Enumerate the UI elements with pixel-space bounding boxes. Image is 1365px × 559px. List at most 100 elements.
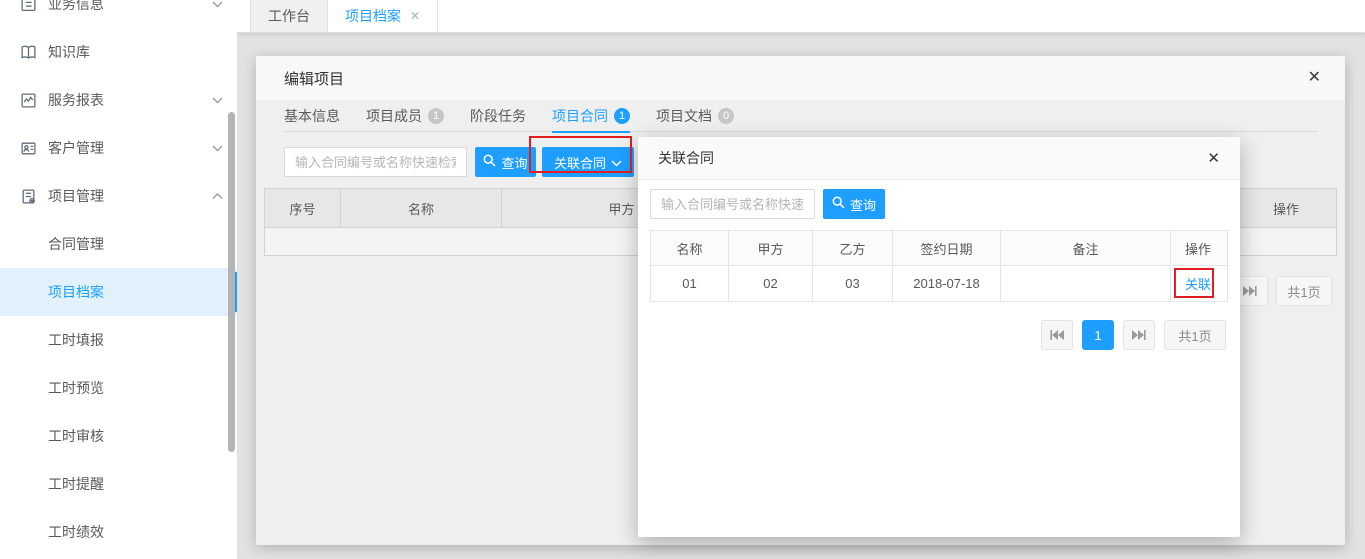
column-header-name: 名称 [651, 231, 729, 265]
chevron-up-icon [212, 193, 223, 200]
sidebar-item-project-archive[interactable]: 项目档案 [0, 268, 237, 316]
tab-project-contracts[interactable]: 项目合同 1 [552, 100, 630, 132]
service-report-icon [20, 92, 37, 109]
cell-remark [1001, 266, 1171, 301]
chevron-down-icon [212, 145, 223, 152]
column-header-action: 操作 [1236, 189, 1336, 227]
contract-search-input[interactable] [284, 147, 467, 177]
tab-label: 工作台 [268, 6, 310, 26]
overlay-modal-header: 关联合同 ✕ [638, 137, 1240, 180]
tab-project-members[interactable]: 项目成员 1 [366, 100, 444, 132]
search-icon [483, 154, 496, 170]
search-icon [832, 196, 845, 212]
column-header-index: 序号 [265, 189, 341, 227]
tab-stage-tasks[interactable]: 阶段任务 [470, 100, 526, 132]
page-total: 共1页 [1276, 276, 1332, 306]
tab-label: 项目文档 [656, 106, 712, 126]
tab-label: 阶段任务 [470, 106, 526, 126]
tab-workbench[interactable]: 工作台 [250, 0, 328, 32]
count-badge: 1 [614, 108, 630, 124]
column-header-party-a: 甲方 [729, 231, 813, 265]
column-header-name: 名称 [341, 189, 502, 227]
associate-link[interactable]: 关联 [1185, 274, 1211, 293]
sidebar-item-label: 项目管理 [48, 186, 212, 206]
sidebar-item-label: 工时预览 [48, 378, 223, 398]
edit-modal-tabs: 基本信息 项目成员 1 阶段任务 项目合同 1 项目文档 0 [284, 100, 1317, 132]
project-mgmt-icon [20, 188, 37, 205]
column-header-party-b: 乙方 [813, 231, 893, 265]
sidebar-item-customer-mgmt[interactable]: 客户管理 [0, 124, 237, 172]
sidebar-item-timesheet-performance[interactable]: 工时绩效 [0, 508, 237, 556]
sidebar-item-project-mgmt[interactable]: 项目管理 [0, 172, 237, 220]
knowledge-base-icon [20, 44, 37, 61]
last-page-button[interactable] [1123, 320, 1155, 350]
sidebar-item-timesheet-preview[interactable]: 工时预览 [0, 364, 237, 412]
query-button-label: 查询 [501, 153, 527, 172]
count-badge: 0 [718, 108, 734, 124]
sidebar-item-label: 项目档案 [48, 282, 223, 302]
associate-contract-button[interactable]: 关联合同 [542, 147, 634, 177]
edit-modal-header: 编辑项目 ✕ [256, 56, 1345, 100]
top-tabbar: 工作台 项目档案 ✕ [237, 0, 1365, 33]
overlay-query-button[interactable]: 查询 [823, 189, 885, 219]
cell-sign-date: 2018-07-18 [893, 266, 1001, 301]
sidebar-item-label: 服务报表 [48, 90, 212, 110]
query-button-label: 查询 [850, 195, 876, 214]
chevron-down-icon [212, 97, 223, 104]
column-header-remark: 备注 [1001, 231, 1171, 265]
sidebar-item-label: 工时提醒 [48, 474, 223, 494]
sidebar-item-service-reports[interactable]: 服务报表 [0, 76, 237, 124]
close-tab-icon[interactable]: ✕ [410, 9, 420, 23]
table-row: 01 02 03 2018-07-18 关联 [651, 266, 1227, 301]
first-page-button[interactable] [1041, 320, 1073, 350]
sidebar-item-label: 工时填报 [48, 330, 223, 350]
table-header-row: 名称 甲方 乙方 签约日期 备注 操作 [651, 231, 1227, 266]
tab-label: 项目档案 [345, 6, 401, 26]
sidebar-item-knowledge-base[interactable]: 知识库 [0, 28, 237, 76]
sidebar-item-label: 工时绩效 [48, 522, 223, 542]
first-page-icon [1050, 328, 1064, 343]
overlay-modal-title: 关联合同 [658, 148, 714, 168]
sidebar: 业务信息 知识库 服务报表 客户管理 项目管理 [0, 0, 237, 559]
cell-action: 关联 [1171, 266, 1225, 301]
sidebar-item-timesheet-audit[interactable]: 工时审核 [0, 412, 237, 460]
sidebar-item-label: 客户管理 [48, 138, 212, 158]
tab-basic-info[interactable]: 基本信息 [284, 100, 340, 132]
customer-mgmt-icon [20, 140, 37, 157]
tab-label: 基本信息 [284, 106, 340, 126]
close-icon[interactable]: ✕ [1308, 70, 1321, 86]
associate-button-label: 关联合同 [554, 153, 606, 172]
column-header-sign-date: 签约日期 [893, 231, 1001, 265]
sidebar-item-timesheet-fill[interactable]: 工时填报 [0, 316, 237, 364]
chevron-down-icon [212, 1, 223, 8]
cell-party-a: 02 [729, 266, 813, 301]
sidebar-item-label: 业务信息 [48, 0, 212, 14]
tab-project-documents[interactable]: 项目文档 0 [656, 100, 734, 132]
tab-project-archive[interactable]: 项目档案 ✕ [328, 0, 438, 32]
sidebar-item-label: 工时审核 [48, 426, 223, 446]
last-page-icon [1243, 284, 1257, 299]
cell-name: 01 [651, 266, 729, 301]
contracts-result-table: 名称 甲方 乙方 签约日期 备注 操作 01 02 03 2018-07-18 … [650, 230, 1228, 302]
page-number-button[interactable]: 1 [1082, 320, 1114, 350]
business-info-icon [20, 0, 37, 13]
overlay-pagination: 1 共1页 [1041, 320, 1226, 350]
overlay-search-input[interactable] [650, 189, 815, 219]
sidebar-item-contract-mgmt[interactable]: 合同管理 [0, 220, 237, 268]
tab-label: 项目成员 [366, 106, 422, 126]
close-icon[interactable]: ✕ [1207, 151, 1220, 166]
sidebar-item-timesheet-remind[interactable]: 工时提醒 [0, 460, 237, 508]
column-header-action: 操作 [1171, 231, 1225, 265]
cell-party-b: 03 [813, 266, 893, 301]
sidebar-scrollbar-thumb[interactable] [228, 112, 235, 452]
contracts-pagination: 共1页 [1232, 276, 1332, 306]
count-badge: 1 [428, 108, 444, 124]
sidebar-item-business-info[interactable]: 业务信息 [0, 0, 237, 28]
associate-contract-modal: 关联合同 ✕ 查询 名称 甲方 乙方 签约日期 备注 操作 01 02 03 2… [638, 137, 1240, 537]
last-page-icon [1132, 328, 1146, 343]
query-button[interactable]: 查询 [475, 147, 536, 177]
sidebar-item-label: 合同管理 [48, 234, 223, 254]
sidebar-item-label: 知识库 [48, 42, 223, 62]
sidebar-submenu: 合同管理 项目档案 工时填报 工时预览 工时审核 工时提醒 工时绩效 [0, 220, 237, 556]
page-total: 共1页 [1164, 320, 1226, 350]
